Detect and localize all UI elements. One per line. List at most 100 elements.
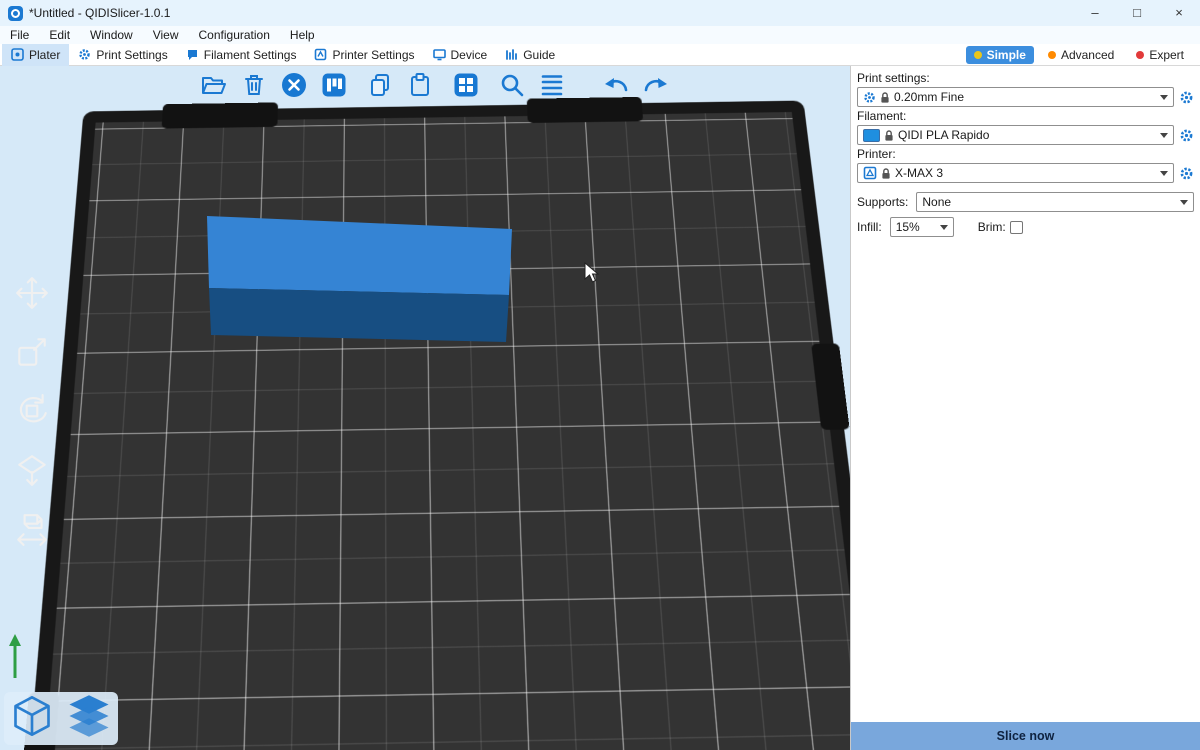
rotate-icon	[14, 393, 50, 429]
menu-file[interactable]: File	[10, 28, 29, 42]
lock-icon	[884, 129, 894, 142]
supports-select[interactable]: None	[916, 192, 1194, 212]
chevron-down-icon	[940, 225, 948, 230]
split-button[interactable]	[450, 69, 482, 101]
3d-editor-view-button[interactable]	[11, 694, 53, 743]
layers-stack-icon	[66, 693, 112, 739]
mode-advanced[interactable]: Advanced	[1040, 46, 1122, 64]
filament-select[interactable]: QIDI PLA Rapido	[857, 125, 1174, 145]
chevron-down-icon	[1160, 133, 1168, 138]
gear-icon	[1179, 166, 1194, 181]
supports-label: Supports:	[857, 195, 908, 209]
menu-configuration[interactable]: Configuration	[199, 28, 270, 42]
menu-window[interactable]: Window	[90, 28, 133, 42]
device-icon	[433, 48, 446, 61]
brim-checkbox[interactable]	[1010, 221, 1023, 234]
gizmo-toolbar	[10, 271, 54, 551]
print-settings-label: Print settings:	[857, 71, 1194, 85]
bed-clip	[162, 102, 278, 128]
chevron-down-icon	[1180, 200, 1188, 205]
tab-printer-settings[interactable]: Printer Settings	[305, 44, 423, 66]
slice-now-button[interactable]: Slice now	[851, 722, 1200, 750]
print-settings-select[interactable]: 0.20mm Fine	[857, 87, 1174, 107]
print-bed	[84, 106, 804, 750]
chevron-down-icon	[1160, 95, 1168, 100]
open-project-button[interactable]	[198, 69, 230, 101]
menu-view[interactable]: View	[153, 28, 179, 42]
filament-settings-icon	[186, 48, 199, 61]
printer-select[interactable]: X-MAX 3	[857, 163, 1174, 183]
paste-icon	[407, 72, 433, 98]
folder-open-icon	[201, 72, 227, 98]
lock-icon	[881, 167, 891, 180]
mode-expert[interactable]: Expert	[1128, 46, 1192, 64]
delete-all-icon	[280, 71, 308, 99]
scale-icon	[14, 334, 50, 370]
window-controls: – □ ×	[1074, 0, 1200, 26]
infill-label: Infill:	[857, 220, 882, 234]
tab-device[interactable]: Device	[424, 44, 497, 66]
maximize-button[interactable]: □	[1116, 0, 1158, 26]
tab-guide[interactable]: Guide	[496, 44, 564, 66]
delete-all-button[interactable]	[278, 69, 310, 101]
variable-layer-height-icon	[539, 72, 565, 98]
brim-label: Brim:	[978, 220, 1006, 234]
window-title: *Untitled - QIDISlicer-1.0.1	[29, 6, 170, 20]
paste-button[interactable]	[404, 69, 436, 101]
arrange-button[interactable]	[318, 69, 350, 101]
close-button[interactable]: ×	[1158, 0, 1200, 26]
search-button[interactable]	[496, 69, 528, 101]
app-logo-icon	[8, 6, 23, 21]
view-toggle-panel	[4, 692, 118, 745]
copy-icon	[367, 72, 393, 98]
expert-mode-dot-icon	[1136, 51, 1144, 59]
tab-filament-settings[interactable]: Filament Settings	[177, 44, 306, 66]
tab-print-settings[interactable]: Print Settings	[69, 44, 176, 66]
filament-gear-button[interactable]	[1178, 127, 1194, 143]
advanced-mode-dot-icon	[1048, 51, 1056, 59]
settings-sidebar: Print settings: 0.20mm Fine Filament: QI…	[850, 66, 1200, 750]
minimize-button[interactable]: –	[1074, 0, 1116, 26]
printer-label: Printer:	[857, 147, 1194, 161]
delete-button[interactable]	[238, 69, 270, 101]
measure-icon	[14, 511, 50, 547]
printer-value: X-MAX 3	[895, 166, 943, 180]
print-settings-icon	[78, 48, 91, 61]
title-bar: *Untitled - QIDISlicer-1.0.1 – □ ×	[0, 0, 1200, 26]
print-settings-gear-button[interactable]	[1178, 89, 1194, 105]
trash-icon	[241, 72, 267, 98]
y-axis-indicator	[6, 634, 24, 680]
object-toolbar	[198, 69, 686, 101]
tab-plater[interactable]: Plater	[2, 44, 69, 66]
menu-edit[interactable]: Edit	[49, 28, 70, 42]
3d-viewport[interactable]	[0, 66, 850, 750]
filament-color-swatch	[863, 129, 880, 142]
place-on-face-tool-button[interactable]	[10, 448, 54, 492]
measure-tool-button[interactable]	[10, 507, 54, 551]
scale-tool-button[interactable]	[10, 330, 54, 374]
mode-switcher: Simple Advanced Expert	[966, 46, 1200, 64]
guide-icon	[505, 48, 518, 61]
gear-icon	[1179, 128, 1194, 143]
printer-gear-button[interactable]	[1178, 165, 1194, 181]
mode-simple[interactable]: Simple	[966, 46, 1034, 64]
plater-icon	[11, 48, 24, 61]
menu-bar: File Edit Window View Configuration Help	[0, 26, 1200, 44]
filament-value: QIDI PLA Rapido	[898, 128, 989, 142]
rotate-tool-button[interactable]	[10, 389, 54, 433]
tab-bar: Plater Print Settings Filament Settings …	[0, 44, 1200, 66]
variable-layer-height-button[interactable]	[536, 69, 568, 101]
undo-button[interactable]	[600, 69, 632, 101]
supports-value: None	[922, 195, 951, 209]
copy-button[interactable]	[364, 69, 396, 101]
infill-select[interactable]: 15%	[890, 217, 954, 237]
search-icon	[499, 72, 525, 98]
simple-mode-dot-icon	[974, 51, 982, 59]
preview-layers-button[interactable]	[66, 693, 112, 744]
move-tool-button[interactable]	[10, 271, 54, 315]
move-icon	[14, 275, 50, 311]
printer-settings-icon	[314, 48, 327, 61]
print-settings-value: 0.20mm Fine	[894, 90, 964, 104]
menu-help[interactable]: Help	[290, 28, 315, 42]
redo-button[interactable]	[640, 69, 672, 101]
